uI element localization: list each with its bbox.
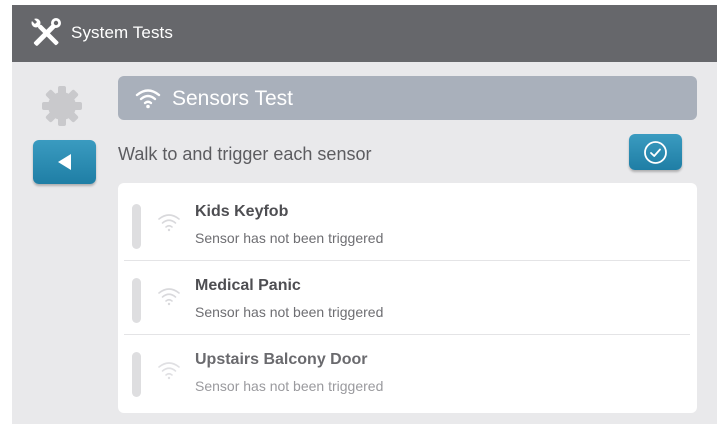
title-bar: System Tests xyxy=(12,5,717,62)
sensor-list: Kids Keyfob Sensor has not been triggere… xyxy=(118,183,697,413)
status-indicator xyxy=(132,204,141,249)
back-button[interactable] xyxy=(33,140,96,184)
status-indicator xyxy=(132,352,141,397)
tools-icon xyxy=(30,17,62,49)
app-frame: System Tests Sensors Test Walk to and tr… xyxy=(12,5,717,424)
window-title: System Tests xyxy=(71,23,173,42)
confirm-button[interactable] xyxy=(629,134,682,170)
page-title: Sensors Test xyxy=(172,87,294,110)
list-item[interactable]: Kids Keyfob Sensor has not been triggere… xyxy=(124,187,690,261)
wifi-icon xyxy=(157,211,181,238)
wifi-icon xyxy=(157,285,181,312)
wifi-icon xyxy=(135,87,161,114)
gear-icon[interactable] xyxy=(40,84,84,128)
status-indicator xyxy=(132,278,141,323)
sensor-status: Sensor has not been triggered xyxy=(195,378,384,394)
check-circle-icon xyxy=(644,141,667,164)
sensor-name: Kids Keyfob xyxy=(195,203,289,220)
sensor-name: Medical Panic xyxy=(195,277,301,294)
sensor-name: Upstairs Balcony Door xyxy=(195,351,368,368)
instruction-text: Walk to and trigger each sensor xyxy=(118,144,372,164)
section-header: Sensors Test xyxy=(118,76,697,120)
wifi-icon xyxy=(157,359,181,386)
sensor-status: Sensor has not been triggered xyxy=(195,230,384,246)
list-item[interactable]: Medical Panic Sensor has not been trigge… xyxy=(124,261,690,335)
sensor-status: Sensor has not been triggered xyxy=(195,304,384,320)
back-arrow-icon xyxy=(58,154,71,170)
list-item[interactable]: Upstairs Balcony Door Sensor has not bee… xyxy=(124,335,690,409)
